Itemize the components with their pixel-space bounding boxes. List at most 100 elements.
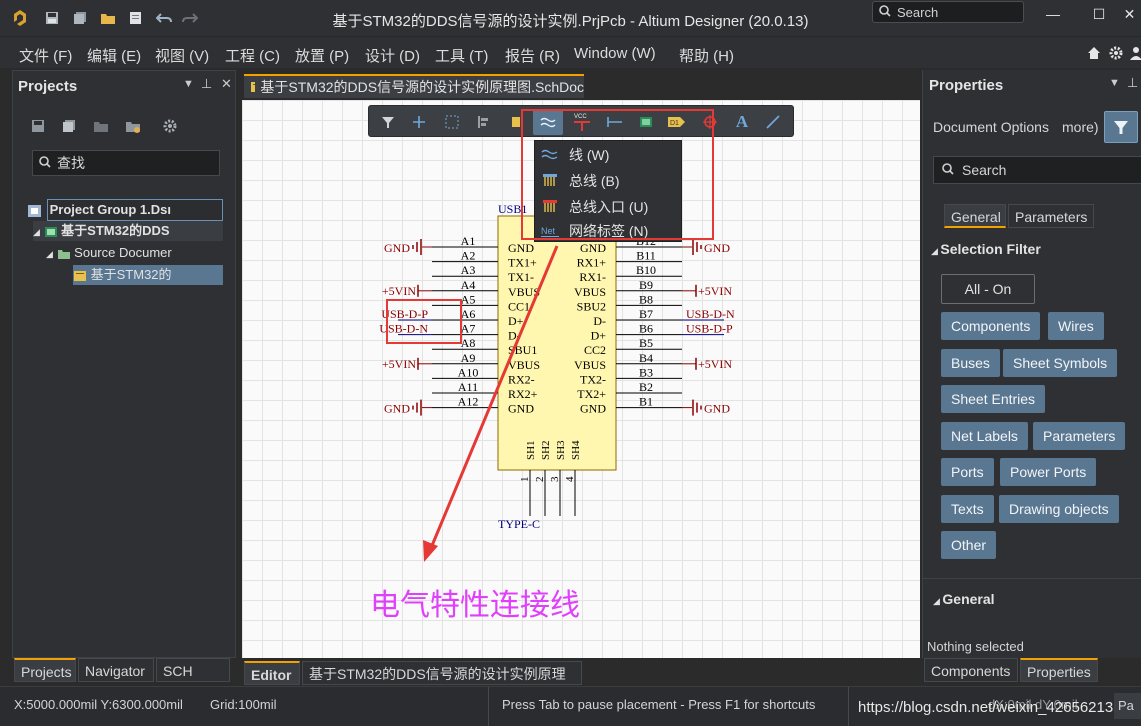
schematic-doc-icon xyxy=(251,82,256,92)
tab-parameters[interactable]: Parameters xyxy=(1008,204,1094,228)
minimize-button[interactable]: — xyxy=(1030,2,1076,26)
properties-panel-title: Properties xyxy=(929,77,1004,94)
pin-icon[interactable]: ⊥ xyxy=(201,76,212,92)
pin-number: A2 xyxy=(461,249,476,263)
pin-name: SH3 xyxy=(555,440,567,460)
vin-label: +5VIN xyxy=(698,284,732,298)
annotation-text: 电气特性连接线 xyxy=(370,588,580,623)
pin-name: D+ xyxy=(508,314,524,328)
filter-chip-texts[interactable]: Texts xyxy=(941,495,994,523)
projects-panel: Projects ▼ ⊥ ✕ 查找 Project Group 1.Dsı ◢ … xyxy=(12,70,236,658)
pin-name: CC1 xyxy=(508,299,530,313)
home-icon[interactable] xyxy=(1084,43,1104,63)
filter-chip-net-labels[interactable]: Net Labels xyxy=(941,422,1028,450)
tab-general[interactable]: General xyxy=(944,204,1006,228)
filter-chip-parameters[interactable]: Parameters xyxy=(1033,422,1126,450)
save-project-icon[interactable] xyxy=(31,119,45,136)
pin-number: B11 xyxy=(636,249,656,263)
filter-icon xyxy=(1114,121,1128,134)
gnd-label: GND xyxy=(384,402,410,416)
project-options-icon[interactable] xyxy=(93,119,109,136)
all-on-button[interactable]: All - On xyxy=(941,274,1035,304)
filter-chip-sheet-symbols[interactable]: Sheet Symbols xyxy=(1003,349,1118,377)
tab-projects[interactable]: Projects xyxy=(14,658,76,682)
panels-button[interactable]: Pa xyxy=(1114,693,1141,719)
filter-chip-sheet-entries[interactable]: Sheet Entries xyxy=(941,385,1046,413)
menu-window[interactable]: Window (W) xyxy=(574,45,656,62)
pin-name: RX1+ xyxy=(577,256,607,270)
menu-project[interactable]: 工程 (C) xyxy=(225,45,280,66)
filter-chip-drawing-objects[interactable]: Drawing objects xyxy=(999,495,1119,523)
general-section-header[interactable]: ◢ General xyxy=(933,591,995,607)
projects-search[interactable]: 查找 xyxy=(32,150,220,176)
move-cross-icon[interactable] xyxy=(409,112,429,132)
tree-project[interactable]: ◢ 基于STM32的DDS xyxy=(33,221,223,241)
pin-number: 4 xyxy=(564,476,576,482)
tree-document[interactable]: 基于STM32的 xyxy=(73,265,223,285)
menu-file[interactable]: 文件 (F) xyxy=(19,45,72,66)
filter-chip-ports[interactable]: Ports xyxy=(941,458,994,486)
annotation-arrowhead xyxy=(423,540,438,562)
tree-folder-label: Source Documer xyxy=(74,245,172,260)
tree-document-label: 基于STM32的 xyxy=(90,267,172,282)
tab-schematic-document[interactable]: 基于STM32的DDS信号源的设计实例原理图 xyxy=(302,661,582,706)
filter-chip-other[interactable]: Other xyxy=(941,531,997,559)
save-icon[interactable] xyxy=(42,8,62,28)
menu-edit[interactable]: 编辑 (E) xyxy=(87,45,141,66)
tab-navigator[interactable]: Navigator xyxy=(78,658,154,682)
panel-menu-icon[interactable]: ▼ xyxy=(183,78,194,90)
pin-number: B3 xyxy=(639,365,653,379)
pin-number: A11 xyxy=(458,380,478,394)
title-bar: 基于STM32的DDS信号源的设计实例.PrjPcb - Altium Desi… xyxy=(0,0,1141,36)
filter-chip-components[interactable]: Components xyxy=(941,312,1041,340)
close-button[interactable]: ✕ xyxy=(1118,2,1141,26)
filter-icon[interactable] xyxy=(378,112,398,132)
save-all-icon[interactable] xyxy=(70,8,90,28)
menu-help[interactable]: 帮助 (H) xyxy=(679,45,734,66)
filter-chip-power-ports[interactable]: Power Ports xyxy=(1000,458,1097,486)
open-folder-icon[interactable] xyxy=(98,8,118,28)
tab-editor[interactable]: Editor xyxy=(244,661,300,685)
gear-icon[interactable] xyxy=(1106,43,1126,63)
align-icon[interactable] xyxy=(473,112,493,132)
pin-number: B6 xyxy=(639,322,653,336)
filter-button[interactable] xyxy=(1104,111,1138,143)
properties-search[interactable]: Search xyxy=(933,156,1141,184)
line-tool-icon[interactable] xyxy=(763,112,783,132)
altium-window: 基于STM32的DDS信号源的设计实例.PrjPcb - Altium Desi… xyxy=(0,0,1141,726)
pin-icon[interactable]: ⊥ xyxy=(1127,75,1138,91)
redo-icon[interactable] xyxy=(180,8,200,28)
user-icon[interactable] xyxy=(1126,43,1141,63)
tab-properties[interactable]: Properties xyxy=(1020,658,1098,682)
maximize-button[interactable]: ☐ xyxy=(1076,2,1122,26)
settings-gear-icon[interactable] xyxy=(163,119,177,136)
menu-place[interactable]: 放置 (P) xyxy=(295,45,349,66)
pin-number: A7 xyxy=(461,322,476,336)
compile-icon[interactable] xyxy=(62,119,76,136)
document-tab[interactable]: 基于STM32的DDS信号源的设计实例原理图.SchDoc xyxy=(244,74,584,98)
menu-reports[interactable]: 报告 (R) xyxy=(505,45,560,66)
select-rect-icon[interactable] xyxy=(442,112,462,132)
tab-sch-filter[interactable]: SCH Filter xyxy=(156,658,230,703)
tree-folder[interactable]: ◢ Source Documer xyxy=(46,243,172,263)
panel-menu-icon[interactable]: ▼ xyxy=(1109,77,1120,89)
gnd-label: GND xyxy=(704,402,730,416)
selection-filter-header[interactable]: ◢ Selection Filter xyxy=(931,241,1041,257)
filter-chip-wires[interactable]: Wires xyxy=(1048,312,1104,340)
tab-components[interactable]: Components xyxy=(924,658,1018,682)
menu-design[interactable]: 设计 (D) xyxy=(365,45,420,66)
open-document-icon[interactable] xyxy=(126,8,146,28)
menu-view[interactable]: 视图 (V) xyxy=(155,45,209,66)
menu-tools[interactable]: 工具 (T) xyxy=(435,45,488,66)
folder-settings-icon[interactable] xyxy=(125,119,141,136)
pcb-project-icon xyxy=(44,226,57,237)
filter-chip-buses[interactable]: Buses xyxy=(941,349,1000,377)
panel-close-icon[interactable]: ✕ xyxy=(221,76,232,92)
search-icon xyxy=(39,155,51,171)
global-search[interactable]: Search xyxy=(872,1,1024,23)
search-icon xyxy=(879,4,891,20)
tree-project-group[interactable]: Project Group 1.Dsı xyxy=(27,199,223,221)
undo-icon[interactable] xyxy=(154,8,174,28)
pin-name: TX2+ xyxy=(577,387,606,401)
text-tool-icon[interactable]: A xyxy=(732,112,752,132)
